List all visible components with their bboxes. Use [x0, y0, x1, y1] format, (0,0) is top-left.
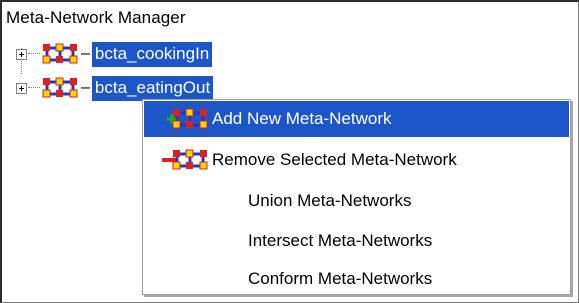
meta-network-icon [42, 43, 78, 64]
add-meta-network-icon [167, 108, 208, 129]
menu-item-intersect-meta-networks[interactable]: Intersect Meta-Networks [144, 223, 569, 259]
menu-item-conform-meta-networks[interactable]: Conform Meta-Networks [144, 261, 569, 297]
expand-icon[interactable] [16, 48, 27, 60]
context-menu: Add New Meta-Network Remove Selected Met… [142, 99, 571, 295]
menu-item-union-meta-networks[interactable]: Union Meta-Networks [144, 183, 569, 219]
panel-title: Meta-Network Manager [6, 8, 186, 27]
menu-item-remove-selected-meta-network[interactable]: Remove Selected Meta-Network [144, 142, 569, 178]
remove-meta-network-icon [162, 149, 208, 170]
expand-icon[interactable] [16, 82, 27, 94]
tree-node-label[interactable]: bcta_eatingOut [91, 75, 214, 101]
menu-item-label: Add New Meta-Network [212, 109, 392, 128]
meta-network-icon [42, 77, 78, 98]
menu-item-label: Remove Selected Meta-Network [212, 150, 457, 169]
menu-item-label: Union Meta-Networks [248, 191, 412, 210]
tree-node-eating-out[interactable]: – bcta_eatingOut [16, 74, 214, 102]
tree-node-label[interactable]: bcta_cookingIn [91, 41, 213, 67]
menu-item-add-new-meta-network[interactable]: Add New Meta-Network [144, 101, 569, 137]
menu-item-label: Intersect Meta-Networks [248, 231, 433, 250]
menu-item-label: Conform Meta-Networks [248, 269, 433, 288]
tree-node-cooking-in[interactable]: – bcta_cookingIn [16, 40, 213, 68]
